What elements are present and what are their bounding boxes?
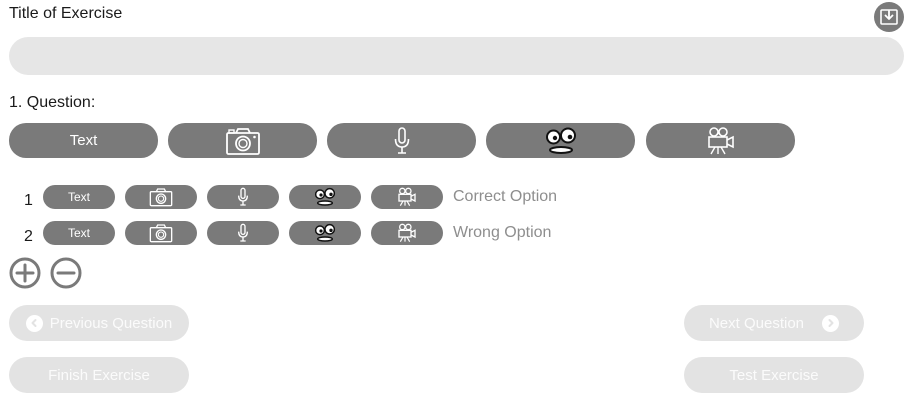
minus-circle-icon[interactable] [50,257,82,289]
chevron-right-icon [822,314,840,332]
test-exercise-button[interactable]: Test Exercise [684,357,864,393]
video-camera-icon [707,126,734,154]
option-number: 2 [24,228,33,245]
question-camera-button[interactable] [168,123,317,158]
question-face-button[interactable] [486,123,635,158]
next-question-button[interactable]: Next Question [684,305,864,341]
next-question-label: Next Question [708,314,805,332]
video-camera-icon [398,223,416,242]
plus-circle-icon[interactable] [9,257,41,289]
video-camera-icon [398,187,416,206]
microphone-icon [238,187,248,206]
option-1-audio-button[interactable] [207,185,279,209]
chevron-left-icon [25,314,43,332]
microphone-icon [238,223,248,242]
face-icon [314,223,336,242]
option-number: 1 [24,192,33,209]
camera-icon [149,188,173,207]
camera-icon [225,127,260,155]
option-2-text-button[interactable]: Text [43,221,115,245]
previous-question-button[interactable]: Previous Question [9,305,189,341]
question-audio-button[interactable] [327,123,476,158]
option-2-face-button[interactable] [289,221,361,245]
question-label: 1. Question: [9,94,96,111]
download-icon [880,9,898,25]
question-text-button[interactable]: Text [9,123,158,158]
download-button[interactable] [874,2,904,32]
option-text-button-label: Text [67,226,90,240]
option-1-text[interactable]: Correct Option [453,188,557,206]
option-1-video-button[interactable] [371,185,443,209]
face-icon [545,127,576,154]
option-2-text[interactable]: Wrong Option [453,224,551,242]
previous-question-label: Previous Question [49,314,173,332]
option-text-button-label: Text [67,190,90,204]
option-2-audio-button[interactable] [207,221,279,245]
option-2-video-button[interactable] [371,221,443,245]
exercise-title-input[interactable] [9,37,904,75]
option-2-camera-button[interactable] [125,221,197,245]
test-exercise-label: Test Exercise [729,366,819,384]
finish-exercise-button[interactable]: Finish Exercise [9,357,189,393]
option-1-camera-button[interactable] [125,185,197,209]
face-icon [314,187,336,206]
finish-exercise-label: Finish Exercise [48,366,150,384]
question-video-button[interactable] [646,123,795,158]
camera-icon [149,224,173,243]
option-1-text-button[interactable]: Text [43,185,115,209]
question-text-button-label: Text [69,132,98,149]
exercise-title-label: Title of Exercise [9,5,123,22]
option-1-face-button[interactable] [289,185,361,209]
microphone-icon [394,126,409,154]
